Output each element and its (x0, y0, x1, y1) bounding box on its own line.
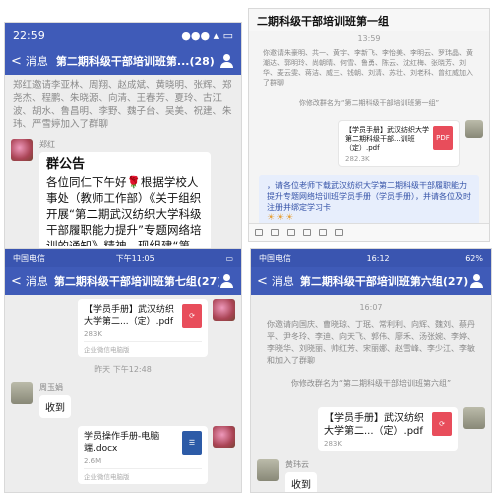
avatar[interactable] (11, 139, 33, 161)
rename-message: 你修改群名为“第二期科级干部培训班第六组” (290, 379, 452, 388)
group-members-icon[interactable] (219, 54, 235, 68)
more-icon[interactable] (335, 229, 343, 236)
avatar[interactable] (465, 120, 483, 138)
message-bubble[interactable]: 收到 (39, 395, 71, 418)
file-name: 学员操作手册-电脑端.docx (84, 432, 160, 454)
sender-name: 周玉娟 (39, 383, 63, 392)
pdf-file-icon: PDF (433, 126, 453, 150)
message-row: 郑红 群公告 各位同仁下午好🌹根据学校人事处（教师工作部）《关于组织开展“第二期… (5, 135, 241, 253)
file-source: 企业微信电脑版 (84, 341, 202, 354)
chat-title: 二期科级干部培训班第一组 (249, 9, 489, 31)
emoji-icon[interactable] (271, 229, 279, 236)
chat-panel-3: 中国电信 下午11:05 ▭ < 消息 第二期科级干部培训班第七组(27) 【学… (4, 248, 242, 493)
file-size: 283K (324, 440, 342, 448)
back-label[interactable]: 消息 (26, 53, 48, 69)
file-message-row: 【学员手册】武汉纺织大学第二...（定）.pdf ⟳ 283K 企业微信电脑版 (5, 295, 241, 361)
timestamp: 昨天 下午12:48 (94, 365, 152, 374)
file-card[interactable]: 【学员手册】武汉纺织大学第二...（定）.pdf ⟳ 283K 企业微信电脑版 (78, 299, 208, 357)
file-message-row: 【学员手册】武汉纺织大学第二期科级干部...训班（定）.pdf PDF 282.… (249, 116, 489, 171)
message-bubble[interactable]: 收到 (285, 472, 317, 492)
input-toolbar (249, 223, 489, 241)
avatar[interactable] (463, 407, 485, 429)
file-card[interactable]: 【学员手册】武汉纺织大学第二期科级干部...训班（定）.pdf PDF 282.… (338, 120, 460, 167)
file-icon[interactable] (303, 229, 311, 236)
back-button[interactable]: < (11, 274, 22, 289)
scissors-icon[interactable] (319, 229, 327, 236)
file-message-row: 【学员手册】武汉纺织大学第二...（定）.pdf ⟳ 283K (251, 397, 491, 455)
system-message: 你邀请向国庆、曹晓琼、丁珉、常利利、向辉、魏刘、蔡丹平、尹冬玲、李迪、向天飞、郭… (267, 320, 475, 365)
image-icon[interactable] (287, 229, 295, 236)
system-message: 郑红邀请李亚林、周翔、赵成斌、黄晓明、张辉、郑尧杰、程鹏、朱晓源、向清、王春芳、… (13, 80, 232, 130)
chat-header: < 消息 第二期科级干部培训班第七组(27) (5, 267, 241, 295)
status-bar: 中国电信 16:12 62% (251, 249, 491, 267)
message-row: 黄玮云 收到 (251, 455, 491, 492)
pdf-file-icon: ⟳ (432, 412, 452, 436)
rename-message: 你修改群名为“第二期科级干部培训班第一组” (298, 99, 440, 107)
file-source: 企业微信电脑版 (84, 468, 202, 481)
doc-file-icon: ☰ (182, 431, 202, 455)
timestamp: 16:07 (359, 303, 383, 312)
status-bar: 中国电信 下午11:05 ▭ (5, 249, 241, 267)
screenshot-collage: 22:59 ●●● ▴ ▭ < 消息 第二期科级干部培训班第...(28) 郑红… (0, 0, 497, 497)
status-bar: 22:59 ●●● ▴ ▭ (5, 23, 241, 47)
back-label[interactable]: 消息 (26, 273, 48, 289)
back-label[interactable]: 消息 (272, 273, 294, 289)
chat-title: 第二期科级干部培训班第七组(27) (53, 275, 219, 288)
file-name: 【学员手册】武汉纺织大学第二期科级干部...训班（定）.pdf (345, 126, 429, 152)
status-time: 16:12 (366, 253, 390, 263)
pdf-file-icon: ⟳ (182, 304, 202, 328)
file-size: 283K (84, 330, 102, 338)
chat-title: 第二期科级干部培训班第六组(27) (299, 275, 469, 288)
chat-title: 第二期科级干部培训班第...(28) (55, 55, 215, 68)
file-card[interactable]: 学员操作手册-电脑端.docx ☰ 2.6M 企业微信电脑版 (78, 426, 208, 484)
timestamp: 13:59 (357, 34, 381, 43)
avatar[interactable] (213, 426, 235, 448)
chat-panel-4: 中国电信 16:12 62% < 消息 第二期科级干部培训班第六组(27) 16… (250, 248, 492, 493)
file-size: 2.6M (84, 457, 102, 465)
group-notice-bubble[interactable]: 群公告 各位同仁下午好🌹根据学校人事处（教师工作部）《关于组织开展“第二期武汉纺… (39, 152, 211, 251)
sender-name: 黄玮云 (285, 460, 309, 469)
carrier: 中国电信 (259, 253, 291, 263)
battery-level: 62% (465, 253, 483, 263)
message-row: 周玉娟 收到 (5, 378, 241, 422)
chat-header: < 消息 第二期科级干部培训班第...(28) (5, 47, 241, 75)
carrier: 中国电信 (13, 253, 45, 263)
chat-panel-1: 22:59 ●●● ▴ ▭ < 消息 第二期科级干部培训班第...(28) 郑红… (4, 22, 242, 254)
chat-header: < 消息 第二期科级干部培训班第六组(27) (251, 267, 491, 295)
notice-title: 群公告 (46, 157, 86, 172)
back-button[interactable]: < (11, 54, 22, 69)
chat-panel-2: 二期科级干部培训班第一组 13:59 你邀请朱豪明、共一、黄宇、李新飞、李怡美、… (248, 8, 490, 242)
file-name: 【学员手册】武汉纺织大学第二...（定）.pdf (84, 305, 175, 327)
voice-icon[interactable] (255, 229, 263, 236)
group-members-icon[interactable] (469, 274, 485, 288)
avatar[interactable] (257, 459, 279, 481)
sender-name: 郑红 (39, 140, 55, 149)
group-members-icon[interactable] (219, 274, 235, 288)
highlighted-message: ，请各位老师下载武汉纺织大学第二期科级干部履职能力提升专题网络培训班学员手册（学… (259, 175, 479, 229)
status-time: 22:59 (13, 28, 45, 42)
message-text: ，请各位老师下载武汉纺织大学第二期科级干部履职能力提升专题网络培训班学员手册（学… (267, 181, 471, 212)
status-icons: ●●● ▴ ▭ (181, 28, 233, 42)
battery-icon: ▭ (225, 253, 233, 263)
notice-body: 各位同仁下午好🌹根据学校人事处（教师工作部）《关于组织开展“第二期武汉纺织大学科… (46, 175, 202, 246)
file-size: 282.3K (345, 155, 370, 163)
status-time: 下午11:05 (115, 253, 155, 263)
avatar[interactable] (213, 299, 235, 321)
file-message-row: 学员操作手册-电脑端.docx ☰ 2.6M 企业微信电脑版 (5, 422, 241, 488)
system-message: 你邀请朱豪明、共一、黄宇、李新飞、李怡美、李明云、罗玮晶、黄潮达、郭明玲、尚朝晴… (263, 49, 473, 87)
avatar[interactable] (11, 382, 33, 404)
back-button[interactable]: < (257, 274, 268, 289)
file-name: 【学员手册】武汉纺织大学第二...（定）.pdf (324, 413, 424, 437)
file-card[interactable]: 【学员手册】武汉纺织大学第二...（定）.pdf ⟳ 283K (318, 407, 458, 451)
